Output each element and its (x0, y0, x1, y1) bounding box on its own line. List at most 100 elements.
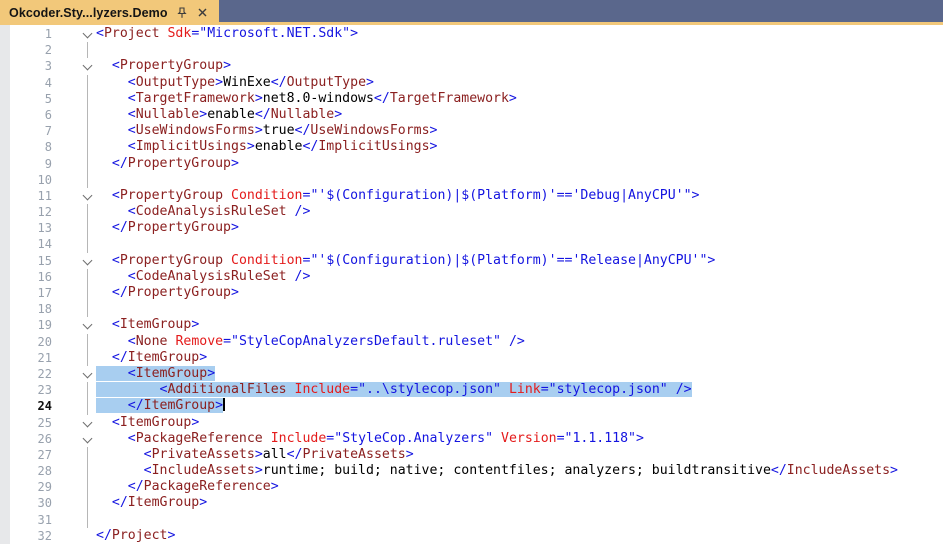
code-line[interactable]: </PropertyGroup> (96, 220, 943, 236)
line-number: 5 (44, 91, 52, 106)
code-line[interactable]: <ItemGroup> (96, 317, 943, 333)
code-line[interactable]: </Project> (96, 528, 943, 544)
code-line[interactable]: <UseWindowsForms>true</UseWindowsForms> (96, 123, 943, 139)
code-line[interactable]: <AdditionalFiles Include="..\stylecop.js… (96, 382, 943, 398)
fold-guide (56, 204, 96, 221)
editor-row: 27 <PrivateAssets>all</PrivateAssets> (0, 446, 943, 464)
code-line[interactable]: <PackageReference Include="StyleCop.Anal… (96, 431, 943, 447)
code-line[interactable]: <PrivateAssets>all</PrivateAssets> (96, 447, 943, 463)
line-number: 15 (37, 253, 52, 268)
editor-rows: 1 <Project Sdk="Microsoft.NET.Sdk"> 2 3 <Pr… (0, 26, 943, 544)
fold-guide (56, 398, 96, 415)
line-number: 2 (44, 43, 52, 58)
editor-row: 17 </PropertyGroup> (0, 285, 943, 302)
fold-guide (56, 236, 96, 253)
fold-guide (56, 42, 96, 59)
editor-tab[interactable]: Okcoder.Sty...lyzers.Demo (0, 0, 219, 25)
editor-row: 32 </Project> (0, 528, 943, 544)
fold-chevron-icon[interactable] (56, 253, 96, 269)
code-line[interactable]: <OutputType>WinExe</OutputType> (96, 75, 943, 91)
line-number: 20 (37, 334, 52, 349)
line-number: 26 (37, 431, 52, 446)
editor-row: 21 </ItemGroup> (0, 349, 943, 366)
fold-guide (56, 123, 96, 140)
code-line[interactable]: <CodeAnalysisRuleSet /> (96, 204, 943, 220)
line-number: 14 (37, 237, 52, 252)
fold-guide (56, 268, 96, 285)
line-number: 25 (37, 415, 52, 430)
fold-chevron-icon[interactable] (56, 58, 96, 74)
editor-row: 23 <AdditionalFiles Include="..\stylecop… (0, 382, 943, 399)
fold-guide (56, 106, 96, 124)
editor-row: 29 </PackageReference> (0, 479, 943, 496)
fold-chevron-icon[interactable] (56, 366, 96, 382)
editor-row: 9 </PropertyGroup> (0, 155, 943, 172)
code-line[interactable]: <TargetFramework>net8.0-windows</TargetF… (96, 91, 943, 107)
fold-guide (56, 495, 96, 512)
line-number: 29 (37, 480, 52, 495)
editor-row: 26 <PackageReference Include="StyleCop.A… (0, 431, 943, 447)
fold-chevron-icon[interactable] (56, 26, 96, 42)
line-number: 32 (37, 528, 52, 543)
tab-bar: Okcoder.Sty...lyzers.Demo (0, 0, 943, 25)
line-number: 23 (37, 383, 52, 398)
code-line[interactable]: </ItemGroup> (96, 350, 943, 366)
code-line[interactable]: <IncludeAssets>runtime; build; native; c… (96, 463, 943, 479)
close-icon[interactable] (196, 6, 210, 20)
fold-guide (56, 382, 96, 399)
line-number: 21 (37, 350, 52, 365)
fold-guide (56, 333, 96, 350)
code-line[interactable] (96, 236, 943, 252)
code-line[interactable]: <ImplicitUsings>enable</ImplicitUsings> (96, 139, 943, 155)
code-line[interactable]: <PropertyGroup Condition="'$(Configurati… (96, 253, 943, 269)
code-line[interactable]: <PropertyGroup> (96, 58, 943, 74)
line-number: 27 (37, 447, 52, 462)
editor-row: 4 <OutputType>WinExe</OutputType> (0, 74, 943, 91)
fold-guide (56, 528, 96, 544)
editor-row: 15 <PropertyGroup Condition="'$(Configur… (0, 253, 943, 269)
editor-row: 10 (0, 171, 943, 188)
line-number: 28 (37, 464, 52, 479)
code-line[interactable]: <Nullable>enable</Nullable> (96, 107, 943, 123)
code-line[interactable]: <PropertyGroup Condition="'$(Configurati… (96, 188, 943, 204)
fold-guide (56, 463, 96, 480)
fold-chevron-icon[interactable] (56, 188, 96, 204)
fold-guide (56, 446, 96, 464)
fold-chevron-icon[interactable] (56, 415, 96, 431)
pin-icon[interactable] (175, 6, 189, 20)
code-line[interactable]: <Project Sdk="Microsoft.NET.Sdk"> (96, 26, 943, 42)
code-line[interactable]: <ItemGroup> (96, 415, 943, 431)
code-line[interactable] (96, 301, 943, 317)
line-number: 9 (44, 156, 52, 171)
line-number: 8 (44, 140, 52, 155)
text-caret (223, 398, 225, 412)
editor-row: 20 <None Remove="StyleCopAnalyzersDefaul… (0, 333, 943, 350)
fold-chevron-icon[interactable] (56, 431, 96, 447)
line-number: 19 (37, 318, 52, 333)
code-line[interactable]: </ItemGroup> (96, 495, 943, 511)
fold-guide (56, 511, 96, 528)
code-line[interactable]: </PackageReference> (96, 479, 943, 495)
line-number: 6 (44, 107, 52, 122)
editor-row: 5 <TargetFramework>net8.0-windows</Targe… (0, 90, 943, 107)
code-editor[interactable]: 1 <Project Sdk="Microsoft.NET.Sdk"> 2 3 <Pr… (0, 25, 943, 544)
code-line[interactable]: <CodeAnalysisRuleSet /> (96, 269, 943, 285)
code-line[interactable] (96, 512, 943, 528)
editor-row: 13 </PropertyGroup> (0, 220, 943, 237)
editor-row: 30 </ItemGroup> (0, 495, 943, 512)
code-line[interactable]: </ItemGroup> (96, 398, 943, 414)
code-line[interactable] (96, 42, 943, 58)
code-line[interactable]: <None Remove="StyleCopAnalyzersDefault.r… (96, 334, 943, 350)
fold-guide (56, 74, 96, 91)
code-line[interactable]: </PropertyGroup> (96, 156, 943, 172)
editor-row: 7 <UseWindowsForms>true</UseWindowsForms… (0, 123, 943, 140)
fold-guide (56, 220, 96, 237)
code-line[interactable]: </PropertyGroup> (96, 285, 943, 301)
line-number: 12 (37, 205, 52, 220)
fold-guide (56, 155, 96, 172)
editor-row: 3 <PropertyGroup> (0, 58, 943, 74)
code-line[interactable] (96, 172, 943, 188)
fold-chevron-icon[interactable] (56, 317, 96, 333)
editor-row: 24 </ItemGroup> (0, 398, 943, 415)
code-line[interactable]: <ItemGroup> (96, 365, 943, 382)
